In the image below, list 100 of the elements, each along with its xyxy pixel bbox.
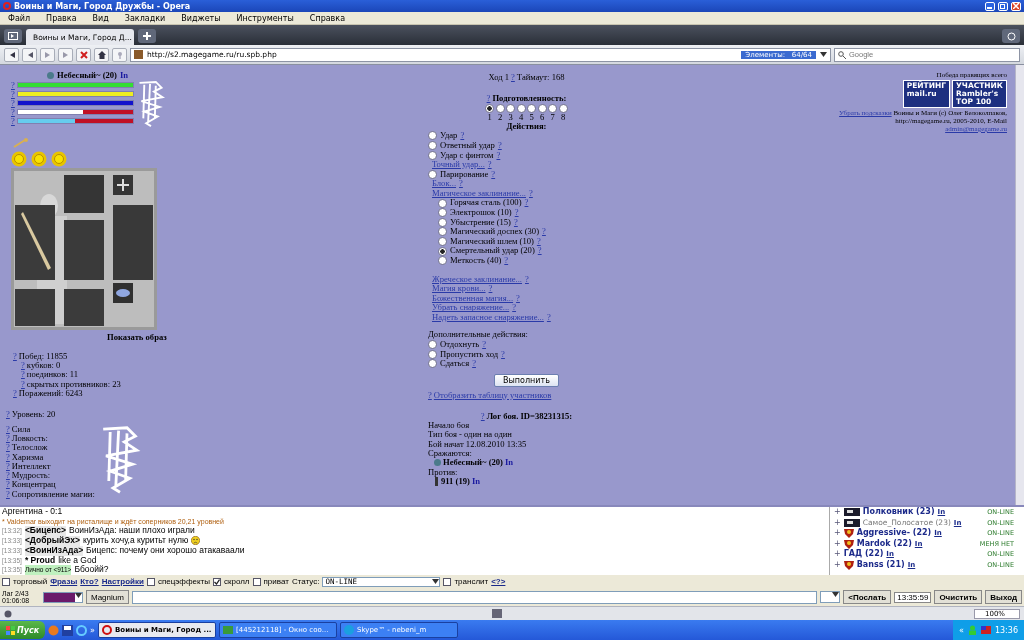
chat-nick[interactable]: <ДобрыйЭх> (24, 536, 80, 546)
action-link[interactable]: Божественная магия... (432, 293, 514, 304)
action-link[interactable]: Убрать снаряжение... (432, 303, 510, 313)
help-link[interactable]: ? (459, 179, 463, 189)
help-link[interactable]: ? (511, 73, 515, 83)
help-link[interactable]: ? (487, 160, 492, 170)
tray-expand-button[interactable]: « (959, 625, 964, 635)
user-name[interactable]: ГАД (22) (843, 549, 884, 560)
nick-button[interactable]: Magnium (86, 590, 129, 604)
help-link[interactable]: ? (11, 107, 15, 117)
expand-toggle[interactable]: + (834, 528, 841, 539)
help-link[interactable]: ? (501, 349, 505, 359)
chat-nick[interactable]: <ВоинИзАда> (24, 545, 84, 556)
help-link[interactable]: ? (472, 359, 476, 369)
readiness-number: 6 (539, 112, 546, 122)
help-link[interactable]: ? (11, 89, 15, 99)
menu-item[interactable]: Закладки (124, 13, 166, 23)
show-image-label[interactable]: Показать образ (107, 332, 167, 342)
action-link[interactable]: Магическое заклинание... (432, 188, 526, 199)
help-link[interactable]: ? (13, 389, 17, 399)
help-link[interactable]: ? (6, 410, 10, 420)
help-link[interactable]: ? (6, 433, 10, 444)
help-link[interactable]: ? (21, 370, 25, 380)
help-link[interactable]: ? (428, 390, 432, 400)
settings-link[interactable]: <?> (491, 577, 506, 586)
user-name[interactable]: Полковник (23) (862, 507, 935, 518)
user-name[interactable]: Banss (21) (856, 559, 905, 571)
help-link[interactable]: ? (491, 169, 496, 179)
help-link[interactable]: ? (542, 227, 546, 237)
user-name[interactable]: Mardok (22) (856, 538, 912, 550)
help-link[interactable]: ? (480, 411, 485, 422)
spell-label: Магический шлем (10) (450, 236, 534, 247)
expand-toggle[interactable]: + (834, 538, 841, 550)
start-button[interactable]: Пуск (0, 621, 46, 639)
chat-nick[interactable]: * Proud (24, 555, 56, 566)
help-link[interactable]: ? (497, 140, 502, 151)
action-link[interactable]: Блок... (432, 179, 457, 189)
expand-toggle[interactable]: + (834, 559, 841, 571)
help-link[interactable]: ? (486, 94, 491, 104)
send-button[interactable]: <Послать (843, 590, 892, 604)
info-link[interactable]: In (119, 71, 129, 81)
menu-item[interactable]: Виджеты (181, 13, 221, 23)
action-link[interactable]: Жреческое заклинание... (432, 274, 522, 284)
help-link[interactable]: ? (11, 98, 15, 108)
settings-link[interactable]: Кто? (80, 577, 99, 586)
help-link[interactable]: ? (6, 424, 10, 434)
settings-link[interactable]: Настройки (101, 577, 144, 586)
chat-text: Бицепс: почему они хорошо атакаваали (86, 545, 245, 556)
help-link[interactable]: ? (6, 471, 10, 481)
info-link[interactable]: In (471, 476, 480, 487)
help-link[interactable]: ? (21, 361, 25, 371)
stat-text: поединков: 11 (26, 370, 78, 380)
help-link[interactable]: ? (516, 293, 520, 304)
submit-button[interactable]: Выполнить (494, 373, 559, 387)
info-link[interactable]: In (504, 458, 514, 468)
menu-item[interactable]: Правка (46, 13, 77, 23)
expand-toggle[interactable]: + (834, 507, 841, 518)
action-link[interactable]: Магия крови... (432, 284, 486, 294)
help-link[interactable]: ? (504, 256, 509, 266)
help-link[interactable]: ? (529, 188, 533, 199)
chat-nick[interactable]: <Бицепс> (24, 526, 66, 537)
help-link[interactable]: ? (482, 339, 486, 350)
help-link[interactable]: ? (6, 443, 10, 453)
help-link[interactable]: ? (537, 246, 542, 256)
help-link[interactable]: ? (460, 131, 465, 141)
help-link[interactable]: ? (546, 313, 551, 323)
more-button[interactable]: » (90, 625, 95, 635)
checkbox-label: торговый (13, 577, 48, 586)
help-link[interactable]: ? (514, 208, 519, 218)
help-link[interactable]: ? (6, 452, 10, 462)
settings-link[interactable]: Фразы (50, 577, 78, 586)
expand-toggle[interactable]: + (834, 517, 841, 529)
action-link[interactable]: Точный удар... (432, 160, 485, 170)
help-link[interactable]: ? (6, 489, 10, 500)
help-link[interactable]: ? (496, 150, 501, 160)
help-link[interactable]: ? (13, 351, 17, 362)
menu-item[interactable]: Вид (92, 13, 109, 23)
menu-item[interactable]: Справка (309, 13, 346, 23)
action-link[interactable]: Надеть запасное снаряжение... (432, 313, 544, 323)
help-link[interactable]: ? (512, 303, 517, 313)
attribute-text: Мудрость: (11, 471, 51, 481)
help-link[interactable]: ? (21, 379, 25, 390)
extra-actions-title: Дополнительные действия: (428, 330, 529, 340)
help-link[interactable]: ? (6, 461, 10, 472)
menu-item[interactable]: Файл (8, 13, 31, 23)
help-link[interactable]: ? (524, 198, 529, 208)
exit-button[interactable]: Выход (985, 590, 1022, 604)
clear-button[interactable]: Очистить (934, 590, 983, 604)
expand-toggle[interactable]: + (834, 549, 841, 560)
stat-text: Побед: 11855 (18, 351, 68, 361)
help-link[interactable]: ? (488, 284, 493, 294)
menu-item[interactable]: Инструменты (236, 13, 294, 23)
help-link[interactable]: ? (513, 217, 518, 227)
help-link[interactable]: ? (525, 274, 529, 284)
help-link[interactable]: ? (6, 480, 10, 490)
help-link[interactable]: ? (11, 80, 15, 90)
user-name[interactable]: Aggressive- (22) (856, 528, 932, 539)
help-link[interactable]: ? (536, 236, 541, 247)
participants-link[interactable]: Отобразить таблицу участников (433, 390, 552, 400)
help-link[interactable]: ? (11, 116, 15, 126)
